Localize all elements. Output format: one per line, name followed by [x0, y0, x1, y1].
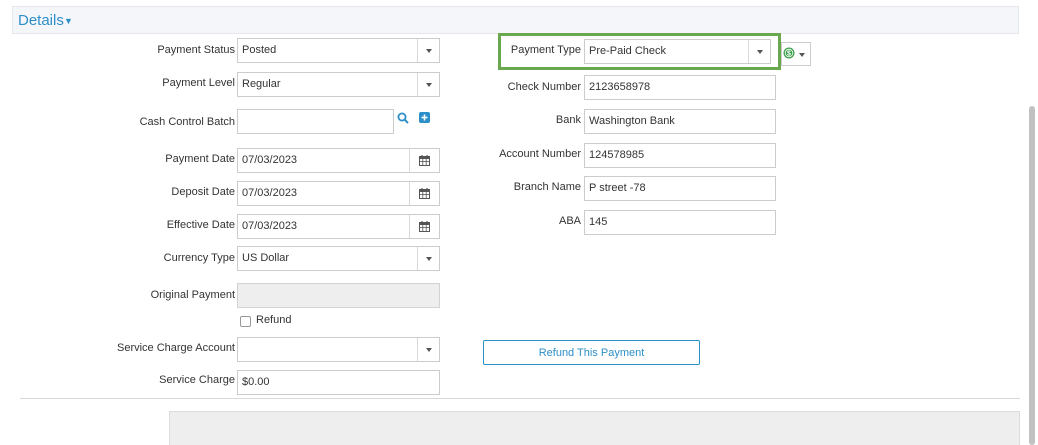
payment-level-value: Regular [242, 78, 281, 90]
account-number-value: 124578985 [589, 149, 645, 161]
original-payment-input [237, 283, 440, 308]
payment-date-label: Payment Date [165, 153, 235, 165]
section-divider [20, 398, 1020, 399]
payment-type-label: Payment Type [510, 44, 581, 56]
calendar-button[interactable] [409, 182, 439, 205]
chevron-down-icon[interactable] [417, 247, 439, 270]
branch-name-label: Branch Name [513, 181, 581, 193]
vertical-scrollbar[interactable] [1029, 106, 1035, 445]
service-charge-label: Service Charge [159, 374, 235, 386]
branch-name-input[interactable]: P street -78 [584, 176, 776, 201]
chevron-down-icon[interactable] [417, 338, 439, 361]
payment-type-value: Pre-Paid Check [589, 45, 667, 57]
bank-input[interactable]: Washington Bank [584, 109, 776, 134]
service-charge-input[interactable]: $0.00 [237, 370, 440, 395]
effective-date-value: 07/03/2023 [242, 220, 298, 232]
refund-this-payment-button[interactable]: Refund This Payment [483, 340, 700, 365]
refund-checkbox[interactable] [240, 316, 251, 327]
chevron-down-icon[interactable] [417, 73, 439, 96]
currency-type-select[interactable]: US Dollar [237, 246, 440, 271]
calendar-icon [419, 221, 430, 232]
payment-date-input[interactable]: 07/03/2023 [237, 148, 440, 173]
chevron-down-icon[interactable] [417, 39, 439, 62]
bank-label: Bank [555, 114, 581, 126]
service-charge-account-select[interactable] [237, 337, 440, 362]
currency-menu-button[interactable]: $ [781, 42, 811, 66]
calendar-icon [419, 155, 430, 166]
notes-panel [169, 411, 1020, 445]
service-charge-value: $0.00 [242, 376, 270, 388]
section-title[interactable]: Details [18, 12, 64, 29]
aba-label: ABA [558, 215, 581, 227]
service-charge-account-label: Service Charge Account [116, 342, 235, 354]
check-number-label: Check Number [507, 81, 581, 93]
account-number-label: Account Number [499, 148, 581, 160]
aba-value: 145 [589, 216, 608, 228]
deposit-date-input[interactable]: 07/03/2023 [237, 181, 440, 206]
effective-date-input[interactable]: 07/03/2023 [237, 214, 440, 239]
plus-square-icon[interactable] [419, 112, 430, 123]
currency-type-label: Currency Type [163, 252, 235, 264]
payment-status-select[interactable]: Posted [237, 38, 440, 63]
payment-level-label: Payment Level [162, 77, 235, 89]
currency-icon: $ [783, 47, 795, 59]
details-section-header[interactable]: Details ▼ [12, 6, 1019, 34]
check-number-value: 2123658978 [589, 81, 651, 93]
cash-control-batch-label: Cash Control Batch [139, 116, 235, 128]
caret-down-icon[interactable]: ▼ [64, 16, 73, 26]
currency-type-value: US Dollar [242, 252, 290, 264]
payment-type-select[interactable]: Pre-Paid Check [584, 39, 771, 64]
deposit-date-value: 07/03/2023 [242, 187, 298, 199]
calendar-button[interactable] [409, 215, 439, 238]
branch-name-value: P street -78 [589, 182, 646, 194]
payment-date-value: 07/03/2023 [242, 154, 298, 166]
payment-level-select[interactable]: Regular [237, 72, 440, 97]
calendar-icon [419, 188, 430, 199]
svg-text:$: $ [787, 51, 791, 58]
account-number-input[interactable]: 124578985 [584, 143, 776, 168]
original-payment-label: Original Payment [150, 289, 235, 301]
chevron-down-icon[interactable] [799, 53, 805, 57]
payment-status-value: Posted [242, 44, 277, 56]
search-icon[interactable] [397, 112, 409, 124]
calendar-button[interactable] [409, 149, 439, 172]
cash-control-batch-input[interactable] [237, 109, 394, 134]
check-number-input[interactable]: 2123658978 [584, 75, 776, 100]
refund-label: Refund [256, 314, 292, 326]
effective-date-label: Effective Date [166, 219, 235, 231]
deposit-date-label: Deposit Date [171, 186, 235, 198]
payment-status-label: Payment Status [157, 44, 235, 56]
chevron-down-icon[interactable] [748, 40, 770, 63]
aba-input[interactable]: 145 [584, 210, 776, 235]
bank-value: Washington Bank [589, 115, 675, 127]
